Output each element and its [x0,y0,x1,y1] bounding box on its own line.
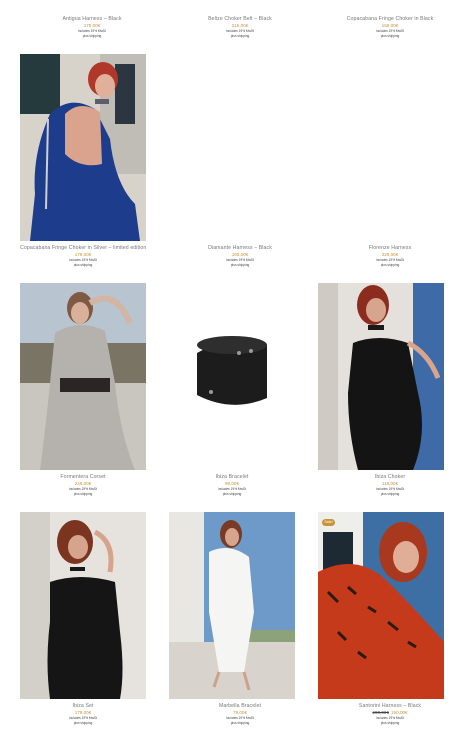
product-title[interactable]: Marbella Bracelet [177,703,303,710]
product-title[interactable]: Ibiza Bracelet [169,474,295,481]
product-title[interactable]: Ibiza Set [20,703,146,710]
shipping-link[interactable]: plus shipping [327,721,453,726]
product-card[interactable]: Copacabana Fringe Choker in Black 159,00… [327,16,453,39]
product-image-santorini-harness[interactable]: Sale! [318,512,444,699]
shipping-link[interactable]: plus shipping [20,263,146,268]
product-card[interactable]: Ibiza Bracelet 99,00€ includes 19% MwSt … [169,474,295,497]
shipping-link[interactable]: plus shipping [327,34,453,39]
product-card[interactable]: Diamante Harness – Black 160,00€ include… [177,245,303,268]
product-card[interactable]: Marbella Bracelet 79,00€ includes 19% Mw… [177,703,303,726]
product-title[interactable]: Copacabana Fringe Choker in Black [327,16,453,23]
product-card[interactable]: Ibiza Choker 119,00€ includes 19% MwSt p… [327,474,453,497]
sale-price: 150,00€ [391,710,408,715]
product-image-formentera-corset[interactable] [20,283,146,470]
old-price: 200,00€ [372,710,389,715]
product-image-ibiza-choker[interactable] [318,283,444,470]
product-card[interactable]: Florenze Harness 229,00€ includes 19% Mw… [327,245,453,268]
shipping-link[interactable]: plus shipping [20,492,146,497]
product-title[interactable]: Ibiza Choker [327,474,453,481]
product-title[interactable]: Copacabana Fringe Choker in Silver – lim… [20,245,146,252]
product-title[interactable]: Diamante Harness – Black [177,245,303,252]
product-image-ibiza-set[interactable] [20,512,146,699]
shipping-link[interactable]: plus shipping [177,34,303,39]
shipping-link[interactable]: plus shipping [327,263,453,268]
sale-badge: Sale! [322,519,335,526]
product-card[interactable]: Antigua Harness – Black 175,00€ includes… [29,16,155,39]
product-grid: Antigua Harness – Black 175,00€ includes… [0,0,472,747]
product-card[interactable]: Ibiza Set 179,00€ includes 19% MwSt plus… [20,703,146,726]
product-card[interactable]: Copacabana Fringe Choker in Silver – lim… [20,245,146,268]
shipping-link[interactable]: plus shipping [177,263,303,268]
shipping-link[interactable]: plus shipping [327,492,453,497]
product-title[interactable]: Santorini Harness – Black [327,703,453,710]
shipping-link[interactable]: plus shipping [29,34,155,39]
shipping-link[interactable]: plus shipping [20,721,146,726]
shipping-link[interactable]: plus shipping [169,492,295,497]
product-title[interactable]: Formentera Corset [20,474,146,481]
product-image-marbella-bracelet[interactable] [169,512,295,699]
product-title[interactable]: Florenze Harness [327,245,453,252]
product-image-ibiza-bracelet[interactable] [169,283,295,470]
product-card[interactable]: Formentera Corset 249,00€ includes 19% M… [20,474,146,497]
product-card[interactable]: Belize Choker Belt – Black 215,00€ inclu… [177,16,303,39]
product-image-copacabana-silver[interactable] [20,54,146,241]
product-card[interactable]: Santorini Harness – Black 200,00€ 150,00€… [327,703,453,726]
product-title[interactable]: Antigua Harness – Black [29,16,155,23]
product-title[interactable]: Belize Choker Belt – Black [177,16,303,23]
shipping-link[interactable]: plus shipping [177,721,303,726]
